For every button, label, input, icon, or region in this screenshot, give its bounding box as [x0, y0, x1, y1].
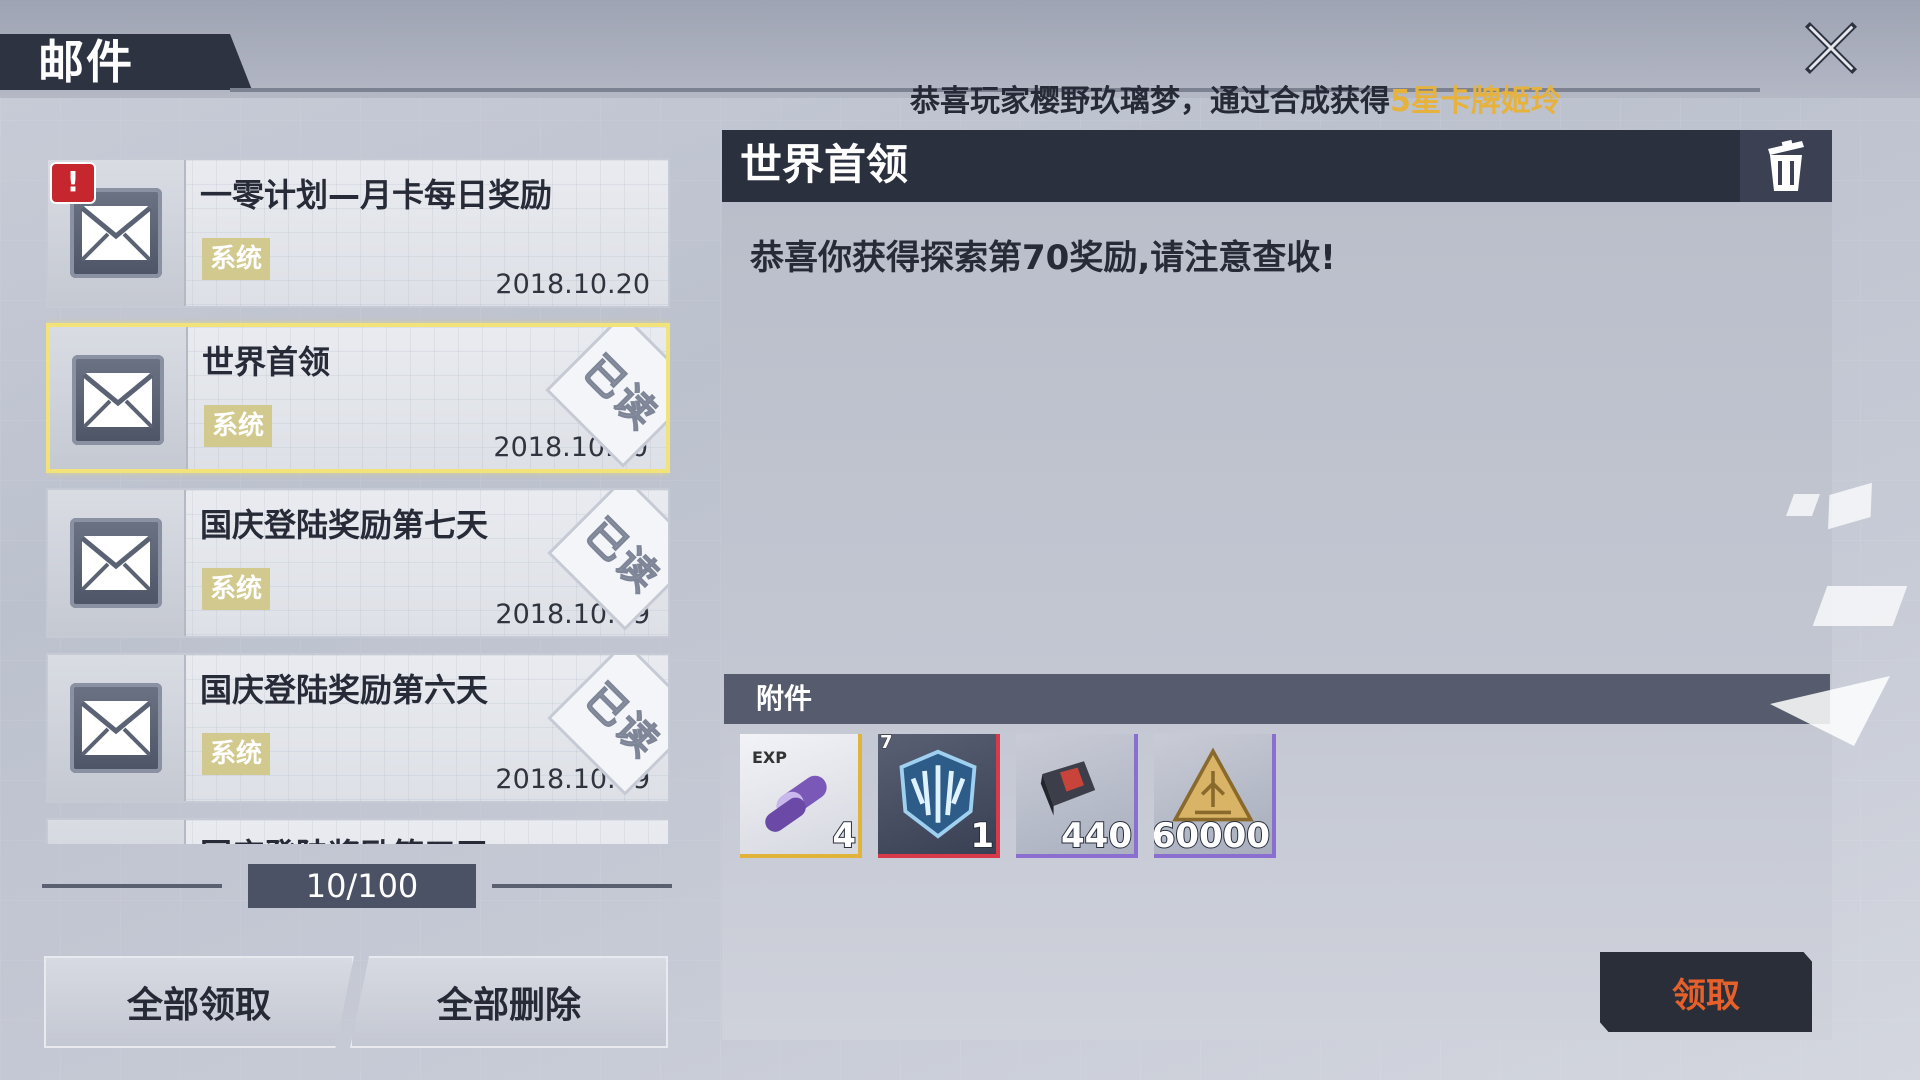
page-title: 邮件 — [38, 35, 134, 89]
mail-title: 一零计划—月卡每日奖励 — [200, 176, 553, 214]
envelope-icon — [70, 518, 162, 608]
item-quantity: 4 — [831, 815, 857, 856]
attachment-item[interactable]: 7 1 — [878, 734, 1000, 858]
attachment-item[interactable]: 440 — [1016, 734, 1138, 858]
item-quantity: 440 — [1060, 815, 1133, 856]
mail-envelope-box — [48, 820, 186, 844]
detail-title: 世界首领 — [740, 140, 909, 189]
attachment-item[interactable]: EXP 4 — [740, 734, 862, 858]
detail-message: 恭喜你获得探索第70奖励,请注意查收! — [750, 238, 1336, 278]
close-icon — [1804, 21, 1858, 75]
decorative-shard — [1828, 482, 1872, 530]
attachments-label: 附件 — [756, 682, 813, 715]
read-label: 已读 — [574, 346, 667, 439]
mail-envelope-box — [48, 655, 186, 801]
delete-mail-button[interactable] — [1740, 130, 1832, 202]
mail-title: 国庆登陆奖励第五天 — [200, 830, 488, 844]
page-title-tab: 邮件 — [0, 34, 252, 90]
mail-date: 2018.10.20 — [495, 269, 650, 300]
mail-item-partial[interactable]: 国庆登陆奖励第五天 — [46, 818, 670, 844]
mail-tag: 系统 — [202, 733, 271, 775]
bottom-buttons: 全部领取 全部删除 — [44, 956, 668, 1048]
envelope-icon — [70, 683, 162, 773]
mail-envelope-box — [50, 327, 188, 469]
mail-title: 国庆登陆奖励第七天 — [200, 506, 489, 544]
broadcast-ticker: 恭喜玩家樱野玖璃梦，通过合成获得5星卡牌姬玲 — [910, 76, 1810, 119]
pager-line-right — [492, 884, 672, 888]
mail-title: 世界首领 — [202, 343, 331, 381]
claim-all-button[interactable]: 全部领取 — [44, 956, 354, 1048]
envelope-icon — [72, 355, 164, 445]
mail-detail-panel: 世界首领 恭喜你获得探索第70奖励,请注意查收! 附件 EXP 4 7 1 44… — [722, 130, 1832, 1040]
trash-icon — [1768, 139, 1804, 191]
item-quantity: 1 — [969, 815, 995, 856]
mail-tag: 系统 — [204, 405, 273, 447]
attachments-header: 附件 — [724, 674, 1830, 724]
unread-alert-icon: ! — [50, 162, 96, 204]
broadcast-highlight: 5星卡牌姬玲 — [1390, 84, 1561, 119]
decorative-shard — [1812, 586, 1908, 626]
read-label: 已读 — [576, 674, 669, 767]
attachment-item[interactable]: 60000 — [1154, 734, 1276, 858]
mail-item[interactable]: 国庆登陆奖励第六天 系统 2018.10.19 已读 — [46, 653, 670, 803]
detail-header: 世界首领 — [722, 130, 1832, 202]
mail-envelope-box — [48, 490, 186, 636]
item-quantity: 60000 — [1154, 815, 1271, 856]
pager-line-left — [42, 884, 222, 888]
read-label: 已读 — [576, 509, 669, 602]
broadcast-text: 恭喜玩家樱野玖璃梦，通过合成获得 — [910, 84, 1390, 119]
mail-tag: 系统 — [202, 568, 271, 610]
delete-all-button[interactable]: 全部删除 — [350, 956, 668, 1048]
mail-title: 国庆登陆奖励第六天 — [200, 671, 489, 709]
mail-list[interactable]: ! 一零计划—月卡每日奖励 系统 2018.10.20 世界首领 系统 2018… — [46, 158, 670, 844]
mail-tag: 系统 — [202, 238, 271, 280]
mail-item-selected[interactable]: 世界首领 系统 2018.10.20 已读 — [46, 323, 670, 473]
claim-button[interactable]: 领取 — [1600, 952, 1812, 1032]
mail-item[interactable]: ! 一零计划—月卡每日奖励 系统 2018.10.20 — [46, 158, 670, 308]
exp-capsule-icon — [765, 775, 827, 832]
mail-item[interactable]: 国庆登陆奖励第七天 系统 2018.10.19 已读 — [46, 488, 670, 638]
page-counter: 10/100 — [248, 864, 476, 908]
